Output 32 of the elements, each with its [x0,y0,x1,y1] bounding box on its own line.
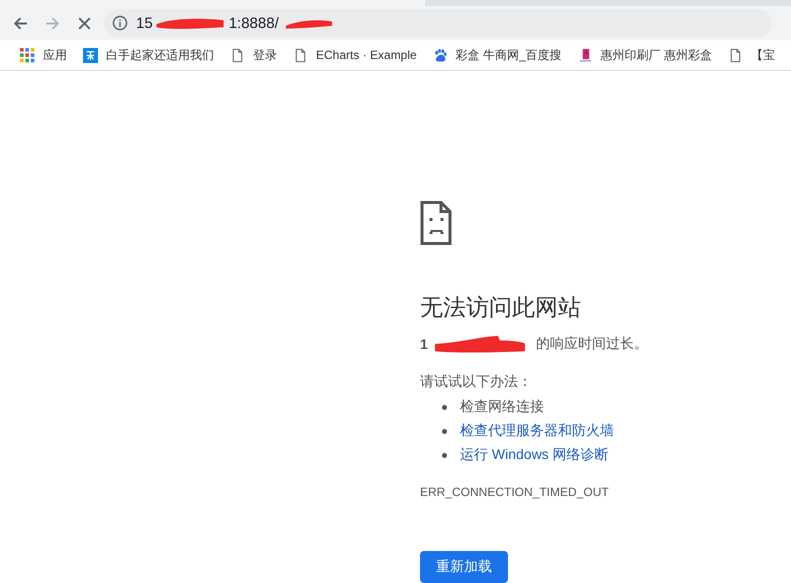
error-message: 的响应时间过长。 [536,335,648,353]
bullet-icon [442,404,447,410]
apps-grid-icon [20,48,35,62]
bookmark[interactable]: 应用 [14,46,73,64]
info-icon[interactable] [112,15,128,31]
site-icon [578,48,593,62]
error-code: ERR_CONNECTION_TIMED_OUT [420,485,610,499]
bookmark[interactable]: 白手起家还适用我们 [77,46,220,64]
bookmark[interactable]: ECharts · Example [287,48,423,62]
paw-icon [432,48,448,62]
page-icon [230,48,245,62]
suggestion-text: 检查网络连接 [460,398,544,416]
bullet-icon [442,452,447,458]
suggestion-intro: 请试试以下办法： [420,373,533,391]
reload-button[interactable]: 重新加载 [420,551,508,583]
bookmark[interactable]: 彩盒 牛商网_百度搜 [426,46,568,64]
suggestion-link[interactable]: 运行 Windows 网络诊断 [460,446,609,464]
sad-page-icon [420,201,453,245]
back-icon[interactable] [12,14,29,32]
url-text: 15 [136,14,153,32]
suggestion-link[interactable]: 检查代理服务器和防火墙 [460,422,614,440]
url-text: 1:8888/ [228,14,279,32]
bullet-icon [442,428,447,434]
close-icon[interactable] [76,14,93,32]
address-bar[interactable]: 15 1:8888/ [104,9,772,37]
error-heading: 无法访问此网站 [420,293,582,322]
site-icon [83,48,98,62]
page-icon [293,48,308,62]
bookmark[interactable]: 惠州印刷厂 惠州彩盒 [572,46,718,64]
bookmark[interactable]: 【宝 [722,46,782,64]
bookmark[interactable]: 登录 [224,46,283,64]
host-text: 1 [420,336,428,352]
